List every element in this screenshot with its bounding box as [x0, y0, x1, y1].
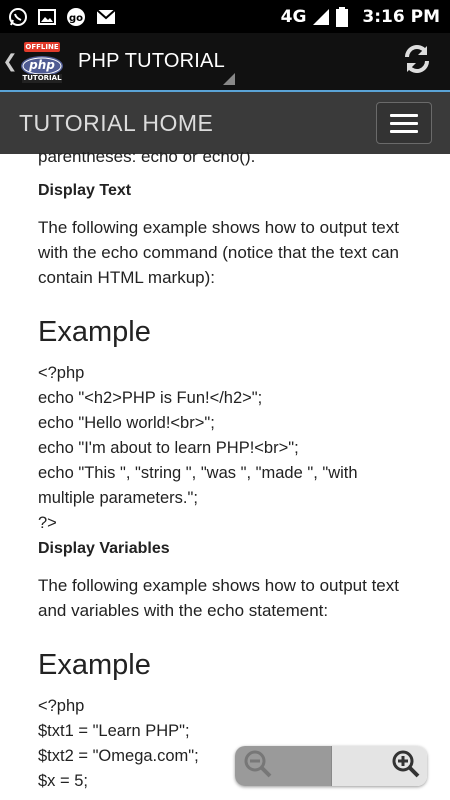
signal-icon: [312, 8, 330, 26]
section-paragraph-display-text: The following example shows how to outpu…: [38, 218, 399, 287]
code-line: $txt1 = "Learn PHP";: [38, 722, 190, 740]
section-heading-display-variables: Display Variables: [38, 540, 170, 557]
refresh-button[interactable]: [400, 44, 434, 78]
clock: 3:16 PM: [362, 6, 440, 27]
nav-bar: TUTORIAL HOME: [0, 90, 450, 154]
logo-badge: OFFLINE: [25, 42, 59, 51]
tutorial-content[interactable]: parentheses: echo or echo(). Display Tex…: [0, 152, 450, 800]
code-line: echo "Hello world!<br>";: [38, 414, 215, 432]
code-line: echo "This ", "string ", "was ", "made "…: [38, 464, 363, 507]
image-icon: [38, 8, 56, 26]
code-line: echo "<h2>PHP is Fun!</h2>";: [38, 389, 263, 407]
back-chevron-icon[interactable]: ❮: [2, 51, 18, 72]
go-app-icon: go: [66, 7, 86, 27]
nav-title[interactable]: TUTORIAL HOME: [19, 110, 213, 137]
refresh-icon: [401, 43, 433, 79]
code-line: <?php: [38, 697, 85, 715]
notification-icons: go: [0, 7, 116, 27]
section-paragraph-display-variables: The following example shows how to outpu…: [38, 576, 399, 620]
code-line: echo "I'm about to learn PHP!<br>";: [38, 439, 299, 457]
app-logo[interactable]: OFFLINE php TUTORIAL: [18, 40, 66, 84]
section-heading-display-text: Display Text: [38, 182, 132, 199]
zoom-in-icon: [391, 749, 421, 783]
intro-fragment: parentheses: echo or echo().: [38, 152, 256, 166]
status-bar: go 4G 3:16 PM: [0, 0, 450, 33]
zoom-in-button[interactable]: [331, 746, 427, 786]
battery-icon: [336, 6, 349, 27]
network-type: 4G: [280, 6, 307, 27]
example-heading-1: Example: [38, 316, 151, 348]
logo-sub: TUTORIAL: [22, 73, 62, 82]
svg-text:go: go: [69, 13, 83, 24]
code-line: ?>: [38, 514, 57, 532]
content-body: parentheses: echo or echo(). Display Tex…: [38, 152, 418, 794]
code-line: <?php: [38, 364, 85, 382]
dropdown-indicator-icon[interactable]: [223, 73, 235, 85]
zoom-out-icon: [243, 749, 273, 783]
hamburger-icon: [390, 113, 418, 117]
app-title: PHP TUTORIAL: [78, 50, 225, 72]
gmail-icon: [96, 8, 116, 26]
code-block-1: <?php echo "<h2>PHP is Fun!</h2>"; echo …: [38, 361, 418, 536]
whatsapp-icon: [8, 7, 28, 27]
example-heading-2: Example: [38, 649, 151, 681]
system-status: 4G 3:16 PM: [280, 6, 450, 27]
zoom-controls: [235, 746, 427, 786]
menu-button[interactable]: [376, 102, 432, 144]
zoom-out-button[interactable]: [235, 746, 331, 786]
logo-word: php: [29, 57, 55, 72]
